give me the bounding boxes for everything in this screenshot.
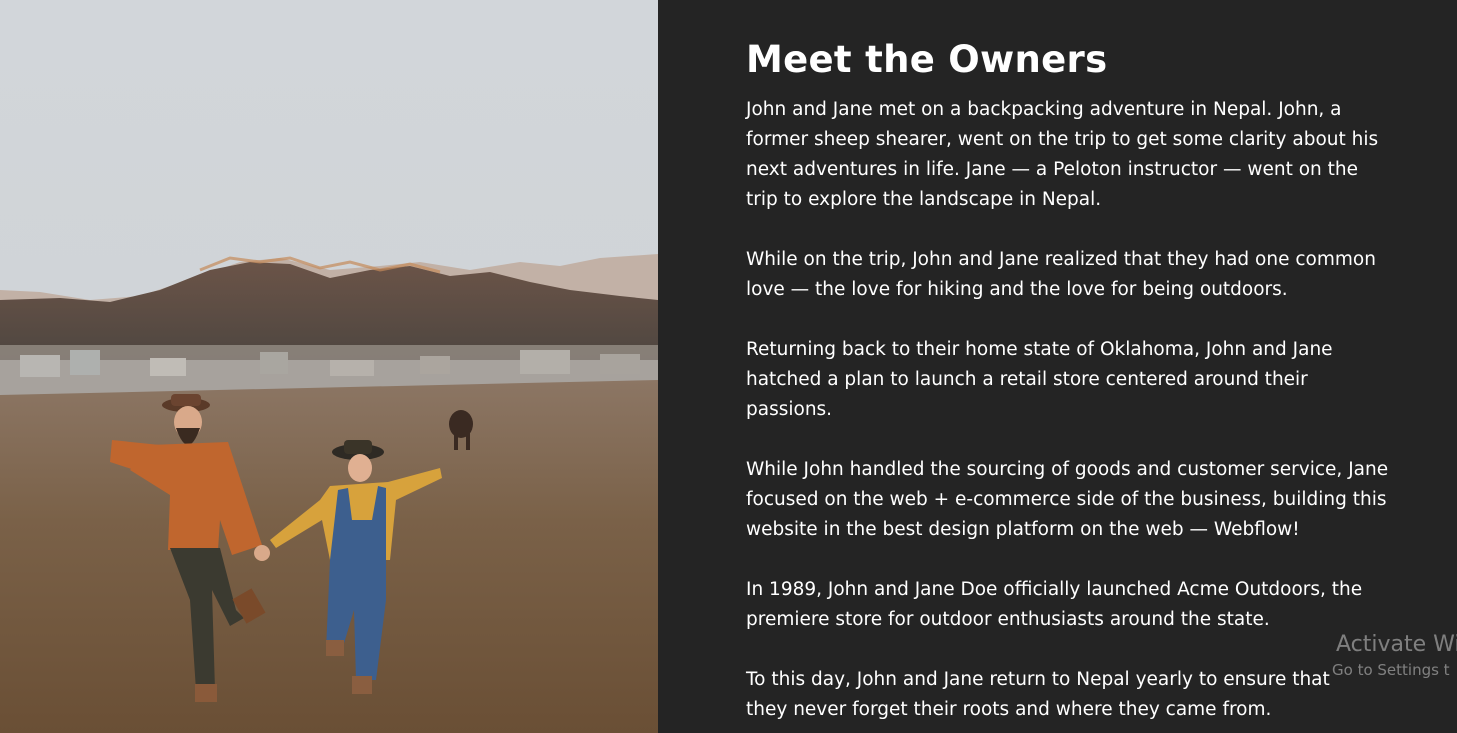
owners-section: Meet the Owners John and Jane met on a b… <box>658 0 1457 733</box>
watermark-title: Activate Wi <box>1336 632 1457 657</box>
section-title: Meet the Owners <box>746 38 1108 81</box>
story-paragraph: In 1989, John and Jane Doe officially la… <box>746 579 1363 630</box>
story-paragraph: While on the trip, John and Jane realize… <box>746 249 1376 300</box>
story-paragraph: Returning back to their home state of Ok… <box>746 339 1333 420</box>
owners-photo <box>0 0 658 733</box>
story-paragraph: While John handled the sourcing of goods… <box>746 459 1389 540</box>
story-paragraph: To this day, John and Jane return to Nep… <box>746 669 1330 720</box>
windows-activation-watermark: Activate Wi Go to Settings t <box>1332 630 1457 680</box>
story-paragraph: John and Jane met on a backpacking adven… <box>746 99 1379 210</box>
owners-story: John and Jane met on a backpacking adven… <box>746 95 1406 733</box>
owners-photo-illustration <box>0 0 658 733</box>
page: Meet the Owners John and Jane met on a b… <box>0 0 1457 733</box>
watermark-subtitle: Go to Settings t <box>1332 661 1450 679</box>
